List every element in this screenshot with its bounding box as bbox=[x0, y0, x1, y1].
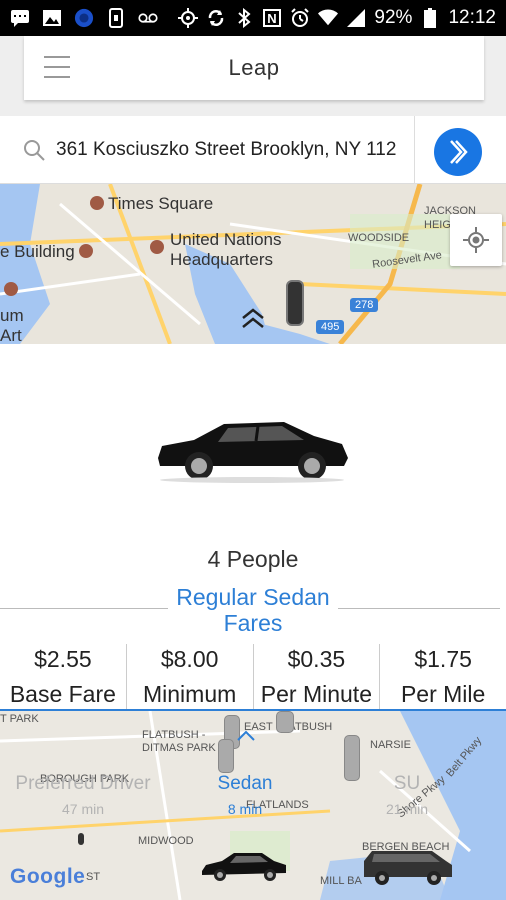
fare-label: Per Minute bbox=[260, 681, 372, 707]
fare-label: Minimum bbox=[142, 681, 237, 707]
fare-title: Regular Sedan Fares bbox=[0, 584, 506, 636]
fare-value: $1.75 bbox=[414, 646, 472, 672]
fare-label: Base Fare bbox=[9, 681, 116, 707]
alarm-icon bbox=[290, 8, 310, 27]
google-logo-text: Google bbox=[10, 865, 86, 888]
address-input[interactable] bbox=[56, 134, 412, 166]
sync-icon bbox=[206, 9, 226, 27]
battery-percent: 92% bbox=[374, 7, 413, 28]
vehicle-marker-icon bbox=[218, 739, 234, 773]
google-logo: Google bbox=[10, 865, 85, 889]
map-label-woodside: WOODSIDE bbox=[348, 232, 410, 244]
vehicle-marker-icon bbox=[276, 711, 294, 733]
vehicle-option-eta: 47 min bbox=[61, 801, 105, 817]
chevron-up-icon[interactable] bbox=[236, 729, 256, 747]
fare-cell-per-minute: $0.35 Per Minute bbox=[254, 644, 381, 710]
fare-cell-per-mile: $1.75 Per Mile bbox=[380, 644, 506, 710]
vehicle-marker-icon bbox=[344, 735, 360, 781]
fare-cell-minimum: $8.00 Minimum bbox=[127, 644, 254, 710]
wifi-icon bbox=[318, 9, 339, 27]
app-title: Leap bbox=[228, 55, 280, 80]
suv-option-car-image bbox=[364, 851, 452, 885]
fare-title-fares: Fares bbox=[223, 610, 283, 636]
crosshair-icon bbox=[463, 227, 489, 253]
map-label-midwood: MIDWOOD bbox=[138, 835, 194, 847]
sedan-car-image bbox=[158, 422, 348, 483]
map-label-um: um bbox=[0, 306, 24, 325]
map-label-times-square: Times Square bbox=[108, 194, 214, 213]
clock: 12:12 bbox=[448, 7, 496, 28]
voicemail-icon bbox=[138, 9, 158, 27]
app-header: Leap bbox=[24, 36, 484, 100]
nfc-icon: N bbox=[262, 9, 282, 27]
my-location-button[interactable] bbox=[450, 214, 502, 266]
vehicle-option-preferred-driver[interactable]: Preferred Driver 47 min bbox=[8, 773, 158, 817]
search-divider bbox=[414, 116, 415, 184]
map-pin-icon bbox=[150, 240, 164, 254]
location-icon bbox=[178, 8, 199, 28]
map-label-flatbush-ditmas: FLATBUSH - DITMAS PARK bbox=[142, 729, 216, 755]
address-search-bar bbox=[0, 116, 506, 184]
vehicle-option-name: Sedan bbox=[217, 773, 273, 794]
sedan-option-car-image bbox=[202, 853, 286, 881]
bluetooth-icon bbox=[234, 8, 254, 28]
highway-shield-278: 278 bbox=[350, 298, 379, 312]
app-notification-icon bbox=[74, 8, 94, 28]
fare-label: Per Mile bbox=[400, 681, 486, 707]
hamburger-menu-icon[interactable] bbox=[44, 56, 70, 78]
fare-table: $2.55 Base Fare $8.00 Minimum $0.35 Per … bbox=[0, 644, 506, 710]
search-icon bbox=[22, 138, 46, 162]
image-notification-icon bbox=[42, 9, 62, 27]
nfc-letter: N bbox=[268, 11, 277, 26]
map-pin-icon bbox=[90, 196, 104, 210]
map-label-st: ST bbox=[86, 871, 101, 883]
map-poi-times-square: Times Square bbox=[90, 194, 213, 214]
chevron-right-icon bbox=[450, 140, 468, 164]
map-label-un-line1: United Nations bbox=[170, 230, 282, 249]
vehicle-option-name: SU bbox=[393, 773, 421, 794]
vehicle-details-panel: 4 People Regular Sedan Fares $2.55 Base … bbox=[0, 344, 506, 710]
vehicle-option-sedan[interactable]: Sedan 8 min bbox=[200, 773, 290, 817]
map-top[interactable]: Times Square e Building United Nations H… bbox=[0, 184, 506, 344]
fare-title-vehicle-type: Regular Sedan bbox=[176, 584, 330, 610]
fare-value: $8.00 bbox=[160, 646, 219, 672]
map-poi-building: e Building bbox=[0, 242, 93, 262]
fare-value: $2.55 bbox=[34, 646, 92, 672]
fare-value: $0.35 bbox=[287, 646, 346, 672]
map-label-jackson-line2: HEIG bbox=[424, 219, 451, 231]
map-pin-icon bbox=[4, 282, 18, 296]
person-marker-icon bbox=[78, 833, 84, 845]
phone-notification-icon bbox=[106, 8, 126, 28]
status-bar: N 92% 12:12 bbox=[0, 0, 506, 36]
map-label-flatbush-line2: DITMAS PARK bbox=[142, 742, 216, 754]
map-poi-un-hq: United Nations Headquarters bbox=[170, 230, 282, 270]
map-label-art: Art bbox=[0, 326, 22, 344]
map-label-mill-basin: MILL BA bbox=[320, 875, 362, 887]
fare-cell-base: $2.55 Base Fare bbox=[0, 644, 127, 710]
passenger-capacity: 4 People bbox=[207, 546, 299, 572]
map-label-canarsie: NARSIE bbox=[370, 739, 411, 751]
map-bottom[interactable]: T PARK EAST FLATBUSH FLATBUSH - DITMAS P… bbox=[0, 711, 506, 900]
cell-signal-icon bbox=[346, 9, 366, 27]
map-pin-icon bbox=[78, 244, 93, 258]
vehicle-option-eta: 8 min bbox=[227, 801, 263, 817]
battery-icon bbox=[420, 8, 440, 28]
vehicle-marker-icon bbox=[286, 280, 304, 326]
map-label-building: e Building bbox=[0, 242, 75, 261]
go-button[interactable] bbox=[434, 128, 482, 176]
highway-shield-495: 495 bbox=[316, 320, 345, 334]
map-label-un-line2: Headquarters bbox=[170, 250, 274, 269]
map-label-flatbush-line1: FLATBUSH - bbox=[142, 729, 206, 741]
vehicle-option-suv[interactable]: SU 21 min bbox=[372, 773, 442, 817]
vehicle-option-name: Preferred Driver bbox=[15, 773, 151, 794]
collapse-chevron-icon[interactable] bbox=[240, 308, 266, 335]
message-notification-icon bbox=[10, 9, 30, 27]
vehicle-option-eta: 21 min bbox=[385, 801, 429, 817]
map-label-park: T PARK bbox=[0, 713, 39, 725]
